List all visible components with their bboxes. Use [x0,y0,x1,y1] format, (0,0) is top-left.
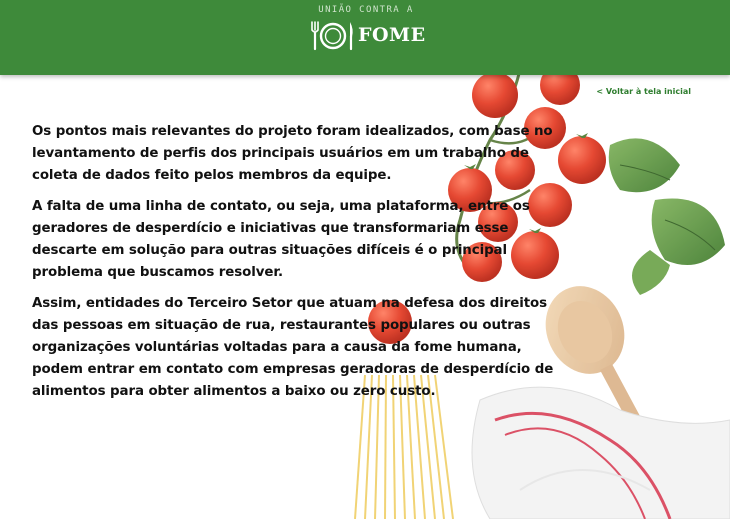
header-bar: UNIÃO CONTRA A FOME [0,0,730,75]
logo-wordmark: FOME [358,24,426,46]
paragraph-2: A falta de uma linha de contato, ou seja… [32,199,530,280]
page: UNIÃO CONTRA A FOME < Voltar à tela inic… [0,0,730,519]
plate-cutlery-icon [311,21,353,51]
paragraph-3: Assim, entidades do Terceiro Setor que a… [32,296,554,399]
back-to-home-link[interactable]: < Voltar à tela inicial [596,87,691,96]
logo-tagline: UNIÃO CONTRA A [318,5,414,15]
paragraph-1: Os pontos mais relevantes do projeto for… [32,124,553,183]
logo[interactable]: UNIÃO CONTRA A FOME [306,5,426,55]
main-content: Os pontos mais relevantes do projeto for… [32,121,557,412]
